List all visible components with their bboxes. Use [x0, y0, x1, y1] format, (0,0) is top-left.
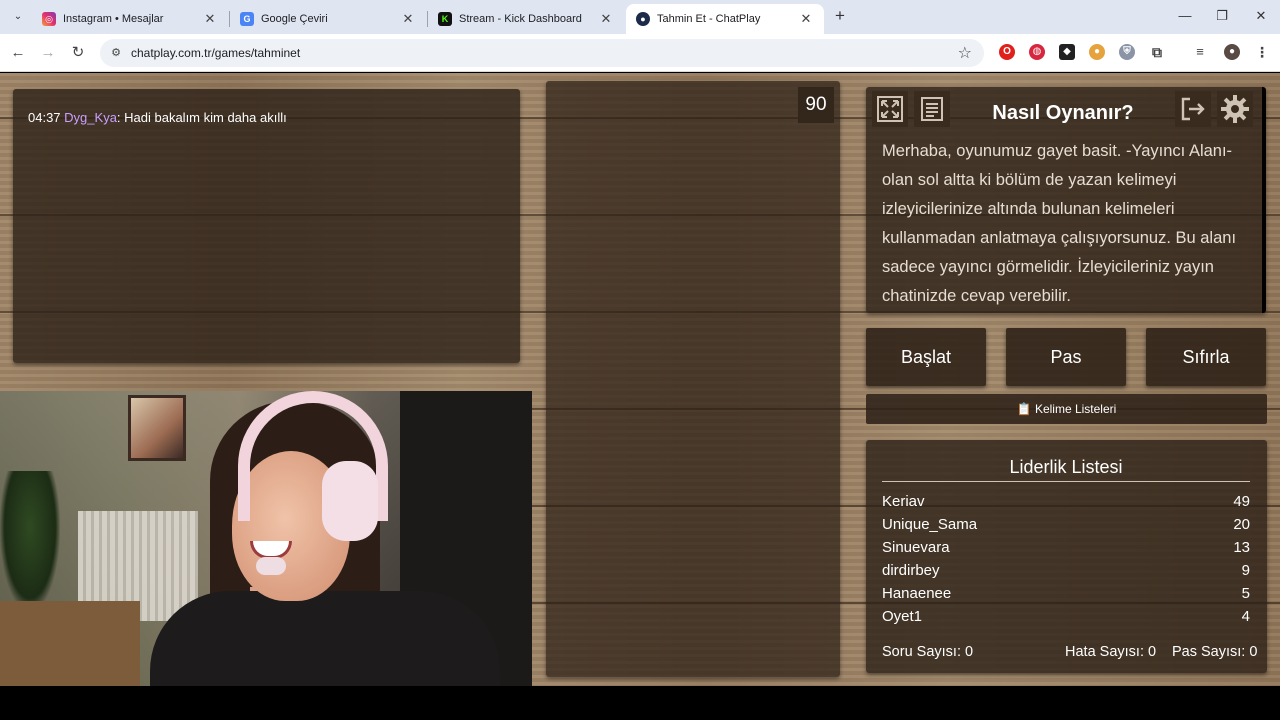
- opera-extension-icon[interactable]: O: [999, 44, 1015, 60]
- close-tab-icon[interactable]: ✕: [400, 11, 416, 27]
- leaderboard-row: Oyet1 4: [882, 608, 1250, 628]
- error-count: Hata Sayısı: 0: [1065, 644, 1157, 660]
- start-button[interactable]: Başlat: [866, 328, 986, 386]
- tab-title: Tahmin Et - ChatPlay: [657, 13, 761, 25]
- player-score: 9: [1241, 562, 1250, 579]
- orange-extension-icon[interactable]: ●: [1089, 44, 1105, 60]
- leaderboard-divider: [882, 481, 1250, 482]
- new-tab-icon[interactable]: +: [830, 6, 850, 26]
- red-extension-icon[interactable]: ◍: [1029, 44, 1045, 60]
- menu-kebab-icon[interactable]: ⋮: [1254, 44, 1270, 60]
- streamer-area-panel: [546, 81, 840, 677]
- close-tab-icon[interactable]: ✕: [598, 11, 614, 27]
- player-name: dirdirbey: [882, 562, 940, 579]
- player-score: 49: [1233, 493, 1250, 510]
- document-list-icon[interactable]: [914, 91, 950, 127]
- chatplay-icon: ●: [636, 12, 650, 26]
- kick-icon: K: [438, 12, 452, 26]
- webcam-wall-painting: [128, 395, 186, 461]
- address-bar[interactable]: ⚙ chatplay.com.tr/games/tahminet ☆: [100, 39, 984, 67]
- webcam-plant: [0, 471, 60, 611]
- browser-toolbar: ← → ↻ ⚙ chatplay.com.tr/games/tahminet ☆: [0, 34, 1280, 72]
- chat-timestamp: 04:37: [28, 110, 61, 125]
- webcam-headset-mic: [256, 557, 286, 575]
- close-tab-icon[interactable]: ✕: [798, 11, 814, 27]
- player-score: 20: [1233, 516, 1250, 533]
- forward-icon[interactable]: →: [37, 42, 59, 64]
- fullscreen-icon[interactable]: [872, 91, 908, 127]
- player-name: Sinuevara: [882, 539, 950, 556]
- webcam-table: [0, 601, 140, 691]
- profile-avatar[interactable]: ●: [1224, 44, 1240, 60]
- tab-title: Stream - Kick Dashboard: [459, 13, 582, 25]
- player-name: Hanaenee: [882, 585, 952, 602]
- media-control-icon[interactable]: ≡: [1192, 44, 1208, 60]
- leaderboard-title: Liderlik Listesi: [1009, 457, 1123, 477]
- site-info-icon[interactable]: ⚙: [108, 45, 124, 61]
- settings-gear-icon[interactable]: [1217, 91, 1253, 127]
- leaderboard-row: dirdirbey 9: [882, 562, 1250, 582]
- window-close-icon[interactable]: ✕: [1246, 6, 1276, 26]
- tab-chatplay[interactable]: ● Tahmin Et - ChatPlay ✕: [626, 4, 824, 34]
- tab-kick-dashboard[interactable]: K Stream - Kick Dashboard ✕: [428, 4, 624, 34]
- google-translate-icon: G: [240, 12, 254, 26]
- chat-panel: 04:37 Dyg_Kya: Hadi bakalım kim daha akı…: [13, 89, 520, 363]
- exit-icon[interactable]: [1175, 91, 1211, 127]
- webcam-feed: [0, 391, 532, 691]
- extensions-puzzle-icon[interactable]: ⧉: [1149, 44, 1165, 60]
- question-count: Soru Sayısı: 0: [882, 644, 974, 660]
- close-tab-icon[interactable]: ✕: [202, 11, 218, 27]
- tab-title: Google Çeviri: [261, 13, 328, 25]
- leaderboard-row: Sinuevara 13: [882, 539, 1250, 559]
- tab-instagram[interactable]: ◎ Instagram • Mesajlar ✕: [32, 4, 228, 34]
- back-icon[interactable]: ←: [7, 42, 29, 64]
- pass-button[interactable]: Pas: [1006, 328, 1126, 386]
- chat-username: Dyg_Kya: [64, 110, 117, 125]
- player-score: 13: [1233, 539, 1250, 556]
- bottom-black-bar: [0, 686, 1280, 720]
- minimize-icon[interactable]: —: [1170, 6, 1200, 26]
- shield-extension-icon[interactable]: ⛨: [1119, 44, 1135, 60]
- instagram-icon: ◎: [42, 12, 56, 26]
- tab-search-dropdown-icon[interactable]: ⌄: [8, 8, 28, 26]
- how-to-play-text: Merhaba, oyunumuz gayet basit. -Yayıncı …: [882, 142, 1237, 305]
- player-score: 4: [1241, 608, 1250, 625]
- bookmark-star-icon[interactable]: ☆: [958, 43, 972, 63]
- webcam-headset-earcup: [322, 461, 378, 541]
- leaderboard-row: Unique_Sama 20: [882, 516, 1250, 536]
- chat-message: 04:37 Dyg_Kya: Hadi bakalım kim daha akı…: [28, 110, 287, 125]
- leaderboard-row: Hanaenee 5: [882, 585, 1250, 605]
- webcam-streamer-body: [150, 591, 500, 691]
- reload-icon[interactable]: ↻: [67, 42, 89, 64]
- countdown-timer: 90: [798, 87, 834, 123]
- player-score: 5: [1241, 585, 1250, 602]
- player-name: Oyet1: [882, 608, 923, 625]
- player-name: Unique_Sama: [882, 516, 978, 533]
- tab-title: Instagram • Mesajlar: [63, 13, 164, 25]
- maximize-icon[interactable]: ❐: [1207, 6, 1237, 26]
- player-name: Keriav: [882, 493, 925, 510]
- pass-count: Pas Sayısı: 0: [1172, 644, 1258, 660]
- chat-text: : Hadi bakalım kim daha akıllı: [116, 110, 287, 125]
- reset-button[interactable]: Sıfırla: [1146, 328, 1266, 386]
- word-lists-button[interactable]: 📋 Kelime Listeleri: [866, 394, 1267, 424]
- tab-strip: ⌄ ◎ Instagram • Mesajlar ✕ G Google Çevi…: [0, 0, 1280, 34]
- url-text[interactable]: chatplay.com.tr/games/tahminet: [131, 46, 300, 60]
- tab-google-translate[interactable]: G Google Çeviri ✕: [230, 4, 426, 34]
- how-to-play-title: Nasıl Oynanır?: [992, 102, 1134, 124]
- dark-extension-icon[interactable]: ◆: [1059, 44, 1075, 60]
- leaderboard-row: Keriav 49: [882, 493, 1250, 513]
